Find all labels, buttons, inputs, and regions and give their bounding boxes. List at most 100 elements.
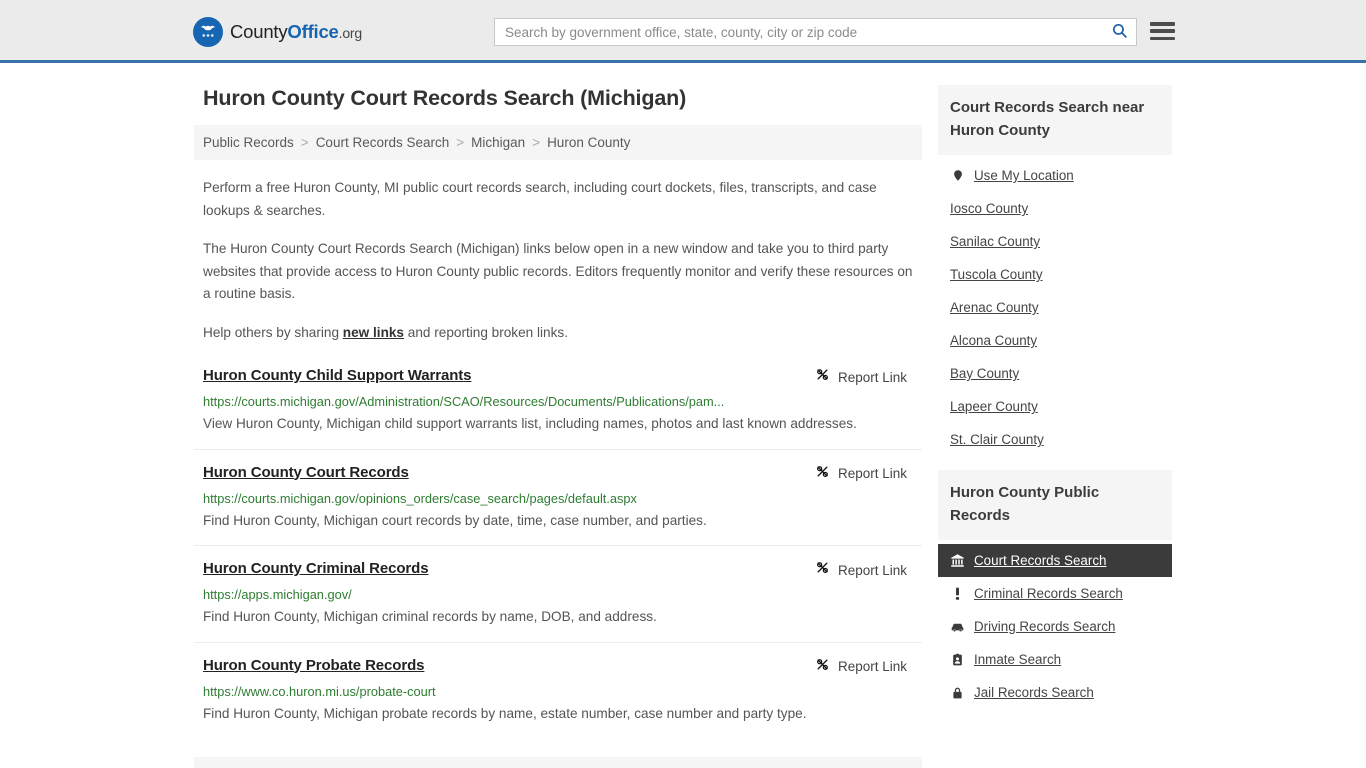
report-link-button[interactable]: Report Link — [815, 367, 907, 387]
hamburger-bar — [1150, 22, 1175, 26]
result-header: Huron County Child Support Warrants Repo… — [203, 366, 913, 387]
id-badge-icon — [950, 652, 965, 667]
result-title-link[interactable]: Huron County Probate Records — [203, 656, 424, 676]
padlock-icon — [950, 685, 965, 700]
use-my-location-label: Use My Location — [974, 168, 1074, 183]
search-input[interactable] — [495, 19, 1102, 45]
page-body: Huron County Court Records Search (Michi… — [0, 63, 1366, 768]
intro-paragraph-3: Help others by sharing new links and rep… — [203, 322, 913, 345]
result-title-link[interactable]: Huron County Child Support Warrants — [203, 366, 472, 386]
sidebar-county-lapeer[interactable]: Lapeer County — [938, 390, 1172, 423]
hamburger-bar — [1150, 36, 1175, 40]
public-records-widget: Huron County Public Records Court Record… — [938, 470, 1172, 709]
sidebar-county-alcona[interactable]: Alcona County — [938, 324, 1172, 357]
exclamation-icon — [950, 586, 965, 601]
breadcrumb-separator: > — [532, 135, 541, 150]
sidebar-item-driving-records-search[interactable]: Driving Records Search — [938, 610, 1172, 643]
broken-chain-icon — [815, 560, 830, 580]
logo-text-county: County — [230, 21, 288, 42]
content-container: Huron County Court Records Search (Michi… — [194, 85, 1172, 768]
header-inner: CountyOffice.org — [0, 0, 1366, 60]
map-pin-icon — [950, 168, 965, 183]
broken-chain-icon — [815, 464, 830, 484]
breadcrumb-item-court-records-search[interactable]: Court Records Search — [316, 135, 450, 150]
page-title: Huron County Court Records Search (Michi… — [203, 86, 687, 110]
result-header: Huron County Probate Records Report Link — [203, 656, 913, 677]
result-description: View Huron County, Michigan child suppor… — [203, 416, 857, 431]
sidebar-county-iosco[interactable]: Iosco County — [938, 192, 1172, 225]
result-header: Huron County Criminal Records Report Lin… — [203, 559, 913, 580]
search-bar — [494, 18, 1137, 46]
report-link-button[interactable]: Report Link — [815, 560, 907, 580]
logo-wordmark: CountyOffice.org — [230, 21, 362, 43]
breadcrumb-separator: > — [456, 135, 465, 150]
broken-chain-icon — [815, 367, 830, 387]
sidebar-county-bay[interactable]: Bay County — [938, 357, 1172, 390]
result-header: Huron County Court Records Report Link — [203, 463, 913, 484]
main-column: Huron County Court Records Search (Michi… — [194, 85, 922, 768]
report-link-label: Report Link — [837, 466, 907, 481]
result-description: Find Huron County, Michigan criminal rec… — [203, 609, 657, 624]
report-link-button[interactable]: Report Link — [815, 464, 907, 484]
breadcrumb-item-michigan[interactable]: Michigan — [471, 135, 525, 150]
result-url[interactable]: https://www.co.huron.mi.us/probate-court — [203, 683, 913, 701]
result-item: Huron County Criminal Records Report Lin… — [194, 559, 922, 643]
sidebar-county-arenac[interactable]: Arenac County — [938, 291, 1172, 324]
new-links-link[interactable]: new links — [343, 325, 404, 340]
result-description: Find Huron County, Michigan probate reco… — [203, 705, 807, 721]
sidebar-item-label: Court Records Search — [974, 553, 1107, 568]
result-item: Huron County Court Records Report Link h… — [194, 463, 922, 546]
result-description: Find Huron County, Michigan court record… — [203, 512, 707, 528]
public-records-widget-body: Court Records Search Criminal Records Se… — [938, 540, 1172, 709]
sidebar-county-tuscola[interactable]: Tuscola County — [938, 258, 1172, 291]
report-link-label: Report Link — [837, 369, 907, 385]
breadcrumb: Public Records > Court Records Search > … — [194, 125, 922, 160]
report-link-button[interactable]: Report Link — [815, 657, 907, 677]
report-link-label: Report Link — [837, 562, 907, 578]
sidebar-item-court-records-search[interactable]: Court Records Search — [938, 544, 1172, 577]
result-title-link[interactable]: Huron County Criminal Records — [203, 559, 429, 579]
courthouse-icon — [950, 553, 965, 568]
search-button[interactable] — [1102, 19, 1136, 45]
intro-paragraph-2: The Huron County Court Records Search (M… — [203, 241, 913, 301]
result-item: Huron County Probate Records Report Link… — [194, 656, 922, 739]
result-url[interactable]: https://courts.michigan.gov/Administrati… — [203, 393, 913, 411]
results-list: Huron County Child Support Warrants Repo… — [194, 366, 922, 738]
result-url[interactable]: https://apps.michigan.gov/ — [203, 586, 913, 604]
search-icon — [1111, 22, 1128, 42]
hamburger-menu-icon[interactable] — [1150, 20, 1175, 42]
result-item: Huron County Child Support Warrants Repo… — [194, 366, 922, 450]
broken-chain-icon — [815, 657, 830, 677]
intro-paragraph-1: Perform a free Huron County, MI public c… — [203, 180, 877, 218]
breadcrumb-item-public-records[interactable]: Public Records — [203, 135, 294, 150]
public-records-widget-heading: Huron County Public Records — [938, 470, 1172, 540]
sidebar-item-inmate-search[interactable]: Inmate Search — [938, 643, 1172, 676]
sidebar-item-label: Jail Records Search — [974, 685, 1094, 700]
intro-p3-prefix: Help others by sharing — [203, 324, 343, 340]
sidebar-county-st-clair[interactable]: St. Clair County — [938, 423, 1172, 456]
sidebar-item-criminal-records-search[interactable]: Criminal Records Search — [938, 577, 1172, 610]
eagle-stars-seal-icon — [193, 17, 223, 47]
nearby-widget-body: Use My Location Iosco County Sanilac Cou… — [938, 155, 1172, 456]
nearby-widget-heading: Court Records Search near Huron County — [938, 85, 1172, 155]
logo-text-org: .org — [338, 25, 363, 41]
logo-text-office: Office — [287, 21, 339, 42]
sidebar-item-label: Criminal Records Search — [974, 586, 1123, 601]
report-link-label: Report Link — [837, 659, 907, 674]
sidebar-county-sanilac[interactable]: Sanilac County — [938, 225, 1172, 258]
car-icon — [950, 619, 965, 634]
hamburger-bar — [1150, 29, 1175, 33]
use-my-location-item[interactable]: Use My Location — [938, 159, 1172, 192]
sidebar-item-label: Inmate Search — [974, 652, 1062, 667]
site-logo[interactable]: CountyOffice.org — [193, 16, 362, 48]
intro-p3-suffix: and reporting broken links. — [404, 324, 568, 340]
sidebar-item-label: Driving Records Search — [974, 619, 1116, 634]
nearby-widget: Court Records Search near Huron County U… — [938, 85, 1172, 456]
breadcrumb-separator: > — [300, 135, 309, 150]
find-records-section: Find Huron County Court Records — [194, 757, 922, 768]
result-url[interactable]: https://courts.michigan.gov/opinions_ord… — [203, 490, 913, 508]
result-title-link[interactable]: Huron County Court Records — [203, 463, 409, 483]
sidebar-item-jail-records-search[interactable]: Jail Records Search — [938, 676, 1172, 709]
sidebar: Court Records Search near Huron County U… — [938, 85, 1172, 723]
intro-section: Perform a free Huron County, MI public c… — [194, 177, 922, 344]
